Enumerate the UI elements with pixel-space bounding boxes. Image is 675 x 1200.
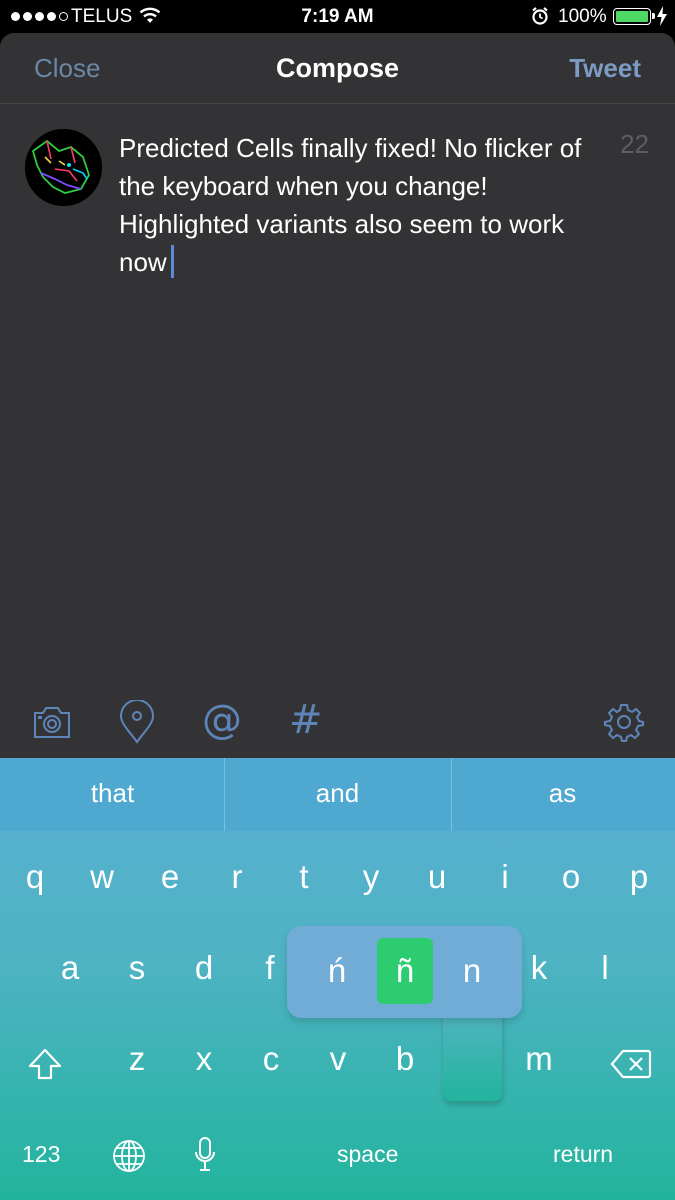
numbers-key[interactable]: 123 [22, 1141, 60, 1168]
compose-toolbar: @ # [0, 698, 675, 748]
camera-icon[interactable] [32, 704, 72, 740]
status-bar: TELUS 7:19 AM 100% [0, 0, 675, 33]
suggestion-that[interactable]: that [0, 758, 225, 831]
battery-icon [613, 8, 655, 25]
key-o[interactable]: o [544, 858, 598, 896]
key-l[interactable]: l [578, 949, 632, 987]
hashtag-icon[interactable]: # [289, 698, 323, 742]
key-p[interactable]: p [612, 858, 666, 896]
key-b[interactable]: b [378, 1040, 432, 1078]
key-c[interactable]: c [244, 1040, 298, 1078]
backspace-icon[interactable] [610, 1049, 652, 1079]
key-i[interactable]: i [478, 858, 532, 896]
microphone-icon[interactable] [193, 1136, 217, 1174]
variant-popup-tail [443, 1010, 502, 1101]
avatar[interactable] [25, 129, 102, 206]
key-w[interactable]: w [75, 858, 129, 896]
mention-icon[interactable]: @ [202, 698, 242, 742]
key-r[interactable]: r [210, 858, 264, 896]
key-v[interactable]: v [311, 1040, 365, 1078]
character-count: 22 [620, 129, 649, 159]
key-d[interactable]: d [177, 949, 231, 987]
key-y[interactable]: y [344, 858, 398, 896]
suggestion-and[interactable]: and [225, 758, 450, 831]
shift-key-icon[interactable] [27, 1046, 63, 1082]
key-z[interactable]: z [110, 1040, 164, 1078]
key-x[interactable]: x [177, 1040, 231, 1078]
key-e[interactable]: e [143, 858, 197, 896]
space-key[interactable]: space [337, 1141, 398, 1168]
charging-bolt-icon [657, 6, 667, 26]
variant-key-n-acute[interactable]: ń [309, 938, 365, 1004]
key-s[interactable]: s [110, 949, 164, 987]
prediction-bar: that and as [0, 758, 675, 831]
neon-wolf-avatar-image [25, 129, 102, 206]
text-cursor [170, 245, 174, 278]
key-u[interactable]: u [410, 858, 464, 896]
variant-key-n-tilde-selected[interactable]: ñ [377, 938, 433, 1004]
key-t[interactable]: t [277, 858, 331, 896]
key-q[interactable]: q [8, 858, 62, 896]
tweet-text: Predicted Cells finally fixed! No flicke… [119, 133, 582, 277]
key-m[interactable]: m [512, 1040, 566, 1078]
globe-icon[interactable] [112, 1139, 146, 1173]
variant-key-n[interactable]: n [444, 938, 500, 1004]
suggestion-as[interactable]: as [450, 758, 675, 831]
gear-icon[interactable] [604, 702, 644, 742]
alarm-clock-icon [532, 7, 548, 25]
compose-nav-bar: Close Compose Tweet [0, 33, 675, 104]
location-pin-icon[interactable] [119, 700, 155, 744]
tweet-button[interactable]: Tweet [569, 53, 641, 84]
return-key[interactable]: return [553, 1141, 613, 1168]
key-a[interactable]: a [43, 949, 97, 987]
tweet-text-area[interactable]: Predicted Cells finally fixed! No flicke… [119, 129, 589, 281]
battery-percentage: 100% [558, 6, 607, 27]
compose-sheet: Close Compose Tweet Predicted Cells fina… [0, 33, 675, 758]
